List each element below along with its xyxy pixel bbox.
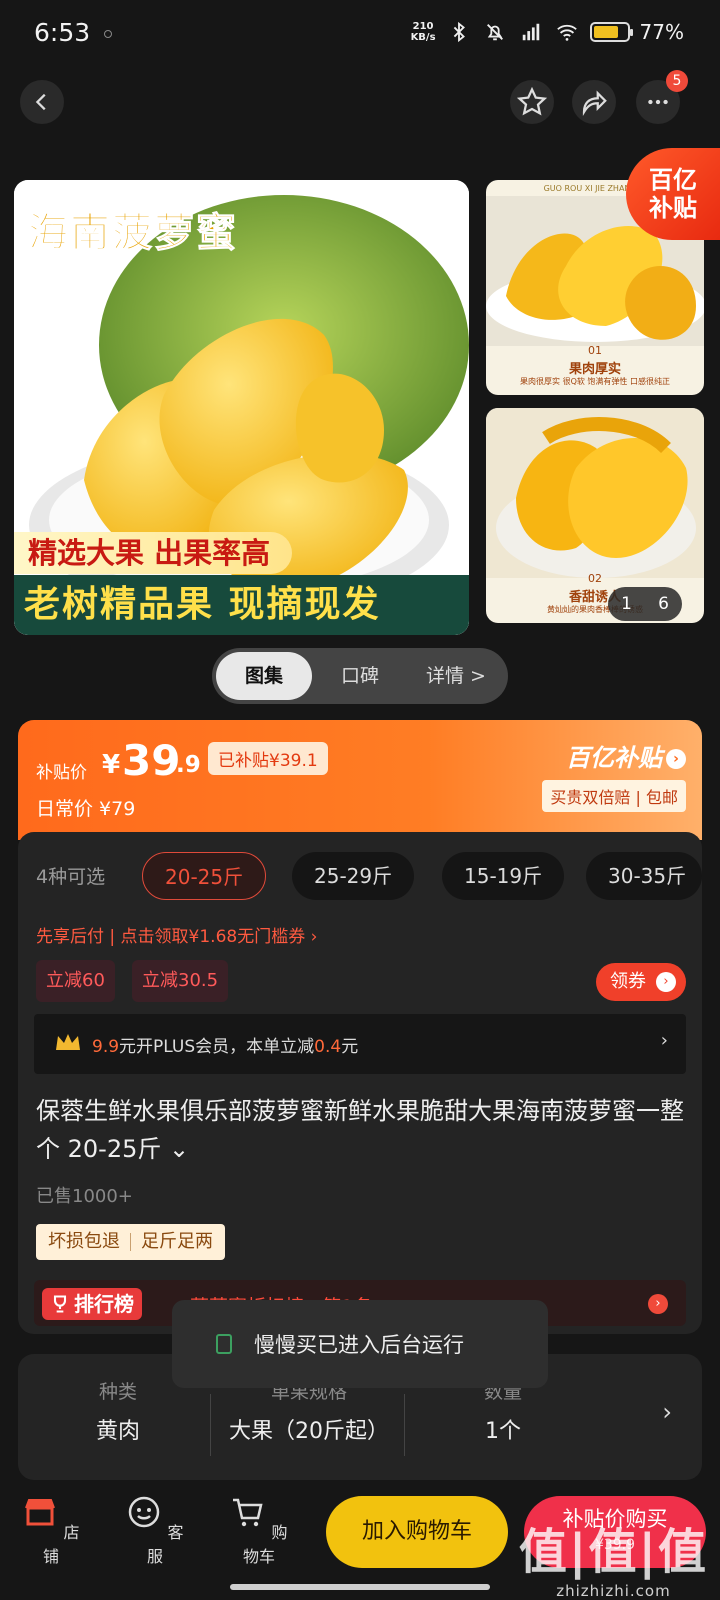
ranking-tag: 排行榜 bbox=[42, 1288, 142, 1320]
status-time: 6:53 bbox=[34, 18, 91, 47]
battery-icon bbox=[589, 22, 633, 42]
tab-gallery[interactable]: 图集 bbox=[216, 652, 312, 700]
gallery-tabs: 图集 口碑 详情 > bbox=[212, 648, 508, 704]
chevron-right-icon: › bbox=[648, 1294, 668, 1314]
price-label: 补贴价 bbox=[36, 763, 87, 783]
chevron-left-icon bbox=[35, 93, 46, 111]
share-icon bbox=[582, 90, 607, 117]
price-integer: 39 bbox=[122, 736, 181, 785]
bluetooth-icon bbox=[453, 21, 465, 43]
tab-reviews[interactable]: 口碑 bbox=[312, 652, 408, 700]
more-button[interactable]: 5 bbox=[636, 70, 688, 124]
chat-face-icon bbox=[129, 1496, 160, 1528]
back-button[interactable] bbox=[20, 80, 64, 124]
cart-icon bbox=[233, 1498, 264, 1527]
signal-icon bbox=[522, 23, 539, 41]
favorite-button[interactable] bbox=[510, 80, 554, 124]
chevron-right-icon: › bbox=[660, 1030, 668, 1051]
app-icon bbox=[216, 1334, 232, 1354]
add-to-cart-button[interactable]: 加入购物车 bbox=[326, 1496, 508, 1568]
trophy-icon bbox=[53, 1295, 67, 1313]
store-button[interactable]: 店铺 bbox=[16, 1494, 86, 1567]
customer-service-button[interactable]: 客服 bbox=[120, 1494, 190, 1567]
notification-dot-icon bbox=[104, 30, 112, 38]
spec-type: 种类 黄肉 bbox=[95, 1381, 140, 1444]
cart-button[interactable]: 购物车 bbox=[224, 1494, 294, 1567]
chevron-right-icon: › bbox=[666, 749, 686, 769]
product-title: 保蓉生鲜水果俱乐部菠萝蜜新鲜水果脆甜大果海南菠萝蜜一整个 20-25斤 ⌄ bbox=[36, 1097, 684, 1163]
toast-text: 慢慢买已进入后台运行 bbox=[254, 1333, 464, 1357]
status-bar: 6:53 210 KB/s 77% bbox=[0, 0, 720, 70]
pager-current: 1 bbox=[621, 594, 632, 614]
spec-divider bbox=[210, 1394, 211, 1456]
price-decimal: .9 bbox=[176, 752, 201, 778]
product-gallery[interactable]: 海南菠萝蜜 精选大果 出果率高 老树精品果 现摘现发 GUO ROU XI JI… bbox=[14, 180, 720, 635]
image-banner-1: 精选大果 出果率高 bbox=[14, 532, 293, 574]
spec-divider bbox=[404, 1394, 405, 1456]
status-icons: 210 KB/s 77% bbox=[411, 20, 684, 44]
sold-count: 已售1000+ bbox=[36, 1186, 133, 1207]
share-button[interactable] bbox=[572, 80, 616, 124]
chevron-right-icon: › bbox=[656, 972, 676, 992]
weight-chip-20-25[interactable]: 20-25斤 bbox=[142, 852, 267, 900]
yi-subsidy-tag: 百亿 补贴 bbox=[626, 148, 720, 240]
price-card: 补贴价 ¥ 39 .9 已补贴¥39.1 日常价 ¥79 百亿补贴 › 买贵双倍赔… bbox=[18, 720, 702, 840]
main-product-image[interactable]: 海南菠萝蜜 精选大果 出果率高 老树精品果 现摘现发 bbox=[14, 180, 469, 635]
price-symbol: ¥ bbox=[102, 750, 121, 780]
jackfruit-bowl-illustration bbox=[486, 408, 704, 578]
options-card: 4种可选 20-25斤 25-29斤 15-19斤 30-35斤 先享后付 | … bbox=[18, 832, 702, 1334]
side2-num: 02 bbox=[588, 572, 602, 585]
get-coupon-button[interactable]: 领券 › bbox=[596, 963, 686, 1001]
store-icon bbox=[25, 1499, 56, 1526]
net-speed: 210 KB/s bbox=[410, 21, 436, 43]
chevron-right-icon: › bbox=[662, 1398, 672, 1426]
image-banner-2: 老树精品果 现摘现发 bbox=[14, 575, 469, 635]
gallery-pager: 1 6 bbox=[608, 587, 682, 621]
crown-icon bbox=[56, 1034, 80, 1050]
weight-chip-15-19[interactable]: 15-19斤 bbox=[442, 852, 565, 900]
plus-membership-bar[interactable]: 9.9元开PLUS会员，本单立减0.4元 › bbox=[34, 1014, 686, 1074]
tab-details[interactable]: 详情 > bbox=[408, 652, 504, 700]
watermark: 值|值|值 zhizhizhi.com bbox=[518, 1524, 708, 1600]
discount-badge-2: 立减30.5 bbox=[132, 960, 229, 1002]
yi-program-link[interactable]: 百亿补贴 › bbox=[566, 738, 686, 773]
more-dots-icon bbox=[648, 99, 668, 105]
side1-sub: 果肉很厚实 很Q软 饱满有弹性 口感很纯正 bbox=[520, 377, 670, 386]
side1-num: 01 bbox=[588, 344, 602, 357]
image-title: 海南菠萝蜜 bbox=[28, 210, 238, 257]
wifi-icon bbox=[556, 24, 577, 41]
side1-caption: 果肉厚实 bbox=[568, 362, 621, 377]
benefits-badge: 买贵双倍赔 | 包邮 bbox=[542, 780, 686, 812]
home-indicator[interactable] bbox=[230, 1584, 490, 1590]
more-badge: 5 bbox=[666, 70, 688, 92]
weight-chip-30-35[interactable]: 30-35斤 bbox=[586, 852, 702, 900]
regular-price: 日常价 ¥79 bbox=[36, 798, 136, 820]
battery-percent: 77% bbox=[639, 20, 684, 44]
option-count: 4种可选 bbox=[36, 866, 106, 888]
background-toast: 慢慢买已进入后台运行 bbox=[172, 1300, 548, 1388]
guarantee-badge: 坏损包退 足斤足两 bbox=[36, 1224, 225, 1260]
subsidy-amount: 已补贴¥39.1 bbox=[208, 742, 328, 775]
weight-chip-25-29[interactable]: 25-29斤 bbox=[292, 852, 415, 900]
credit-coupon-link[interactable]: 先享后付 | 点击领取¥1.68无门槛券 › bbox=[36, 922, 317, 947]
mute-icon bbox=[486, 24, 503, 41]
discount-badge-1: 立减60 bbox=[36, 960, 115, 1002]
pager-total: 6 bbox=[658, 594, 669, 614]
star-icon bbox=[517, 87, 547, 116]
